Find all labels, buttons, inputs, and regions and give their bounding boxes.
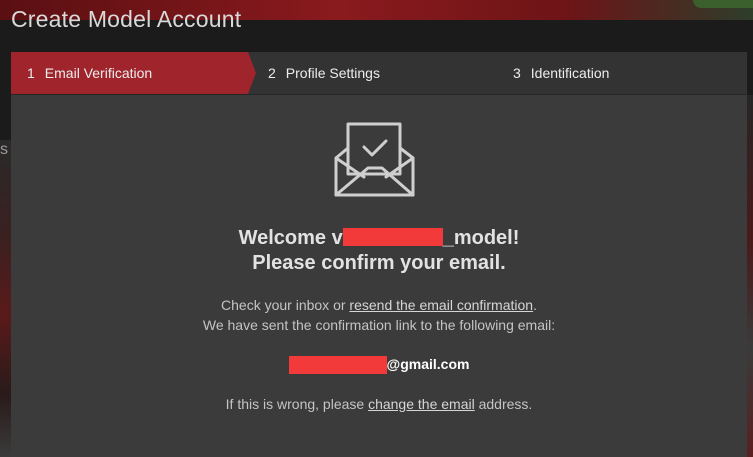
instructions-prefix: Check your inbox or xyxy=(221,297,350,313)
welcome-message: Welcome v _model! Please confirm your ema… xyxy=(11,226,747,276)
username-suffix: _model! xyxy=(442,227,520,249)
step-label: Email Verification xyxy=(44,65,153,81)
email-address: @gmail.com xyxy=(11,354,747,375)
step-identification[interactable]: 3 Identification xyxy=(513,52,609,94)
step-label: Identification xyxy=(530,65,610,81)
step-number: 1 xyxy=(27,65,35,81)
step-label: Profile Settings xyxy=(285,65,380,81)
note-suffix: address. xyxy=(474,396,533,412)
envelope-check-icon xyxy=(334,122,415,197)
welcome-line: Welcome v _model! xyxy=(11,226,747,251)
instructions-line-1: Check your inbox or resend the email con… xyxy=(11,295,747,315)
instructions-suffix: . xyxy=(533,297,537,313)
step-number: 2 xyxy=(268,65,276,81)
window-title: Create Model Account xyxy=(11,6,242,32)
welcome-prefix: Welcome xyxy=(238,227,332,249)
step-email-verification[interactable]: 1 Email Verification xyxy=(11,52,256,94)
background-letter: s xyxy=(0,141,8,158)
background-right-strip xyxy=(747,95,753,457)
redacted-username xyxy=(342,227,443,246)
step-profile-settings[interactable]: 2 Profile Settings xyxy=(268,52,380,94)
resend-confirmation-link[interactable]: resend the email confirmation xyxy=(349,297,533,313)
create-account-modal: 1 Email Verification 2 Profile Settings 3I… xyxy=(11,52,747,457)
instructions-line-2: We have sent the confirmation link to th… xyxy=(202,317,556,333)
background-button xyxy=(693,0,753,8)
instructions: Check your inbox or resend the email con… xyxy=(11,295,747,335)
wrong-email-note: If this is wrong, please change the emai… xyxy=(11,394,747,414)
email-domain: @gmail.com xyxy=(386,356,470,372)
confirm-email-heading: Please confirm your email. xyxy=(252,252,506,274)
change-email-link[interactable]: change the email xyxy=(368,396,475,412)
page: s Create Model Account 1 Email Verificati… xyxy=(0,0,753,457)
step-number: 3 xyxy=(513,65,521,81)
step-progress-bar: 1 Email Verification 2 Profile Settings 3I… xyxy=(11,52,747,95)
note-prefix: If this is wrong, please xyxy=(225,396,369,412)
username-start: v xyxy=(331,227,343,249)
redacted-email-user xyxy=(288,356,387,375)
